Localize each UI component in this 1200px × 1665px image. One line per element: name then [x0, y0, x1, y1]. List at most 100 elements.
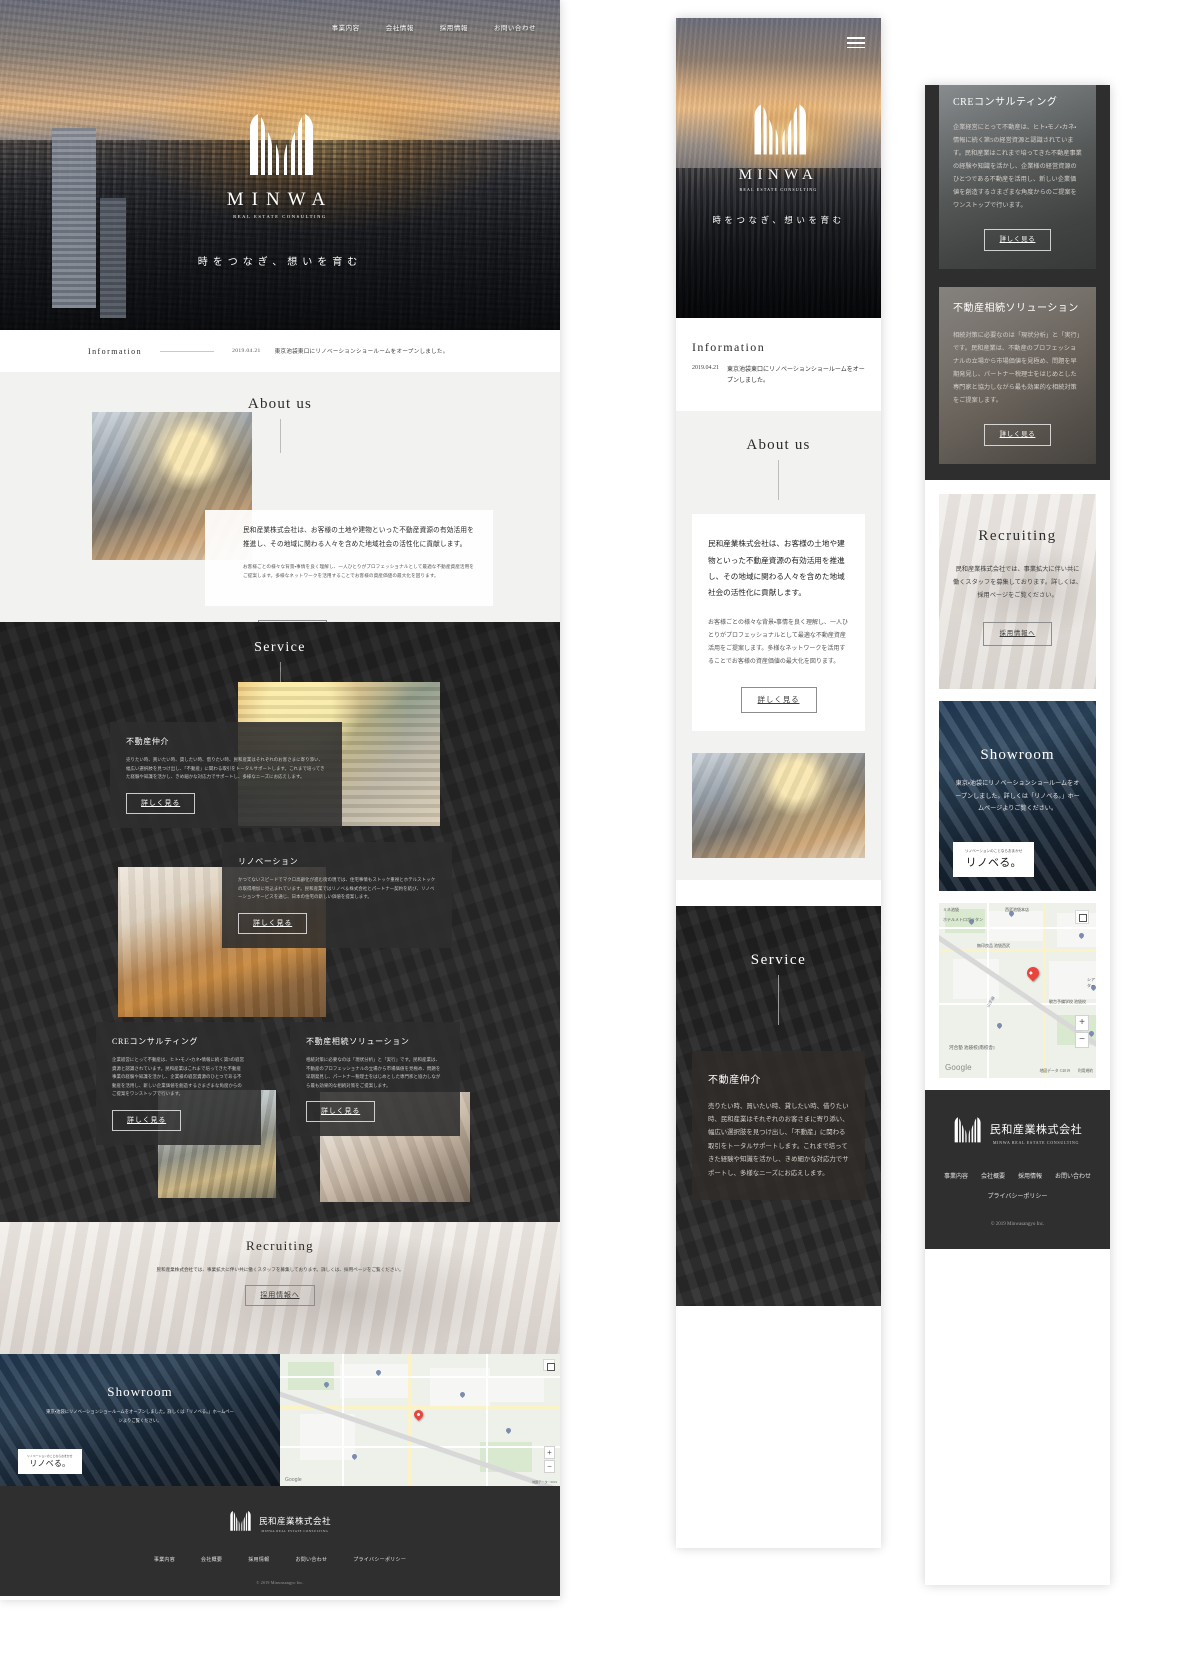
about-body-text: お客様ごとの様々な背景・事情を良く理解し、一人ひとりがプロフェッショナルとして最…	[243, 563, 474, 578]
mobile-service-card-body: 売りたい時、買いたい時、貸したい時、借りたい時、民和産業はそれぞれのお客さまに寄…	[708, 1102, 849, 1177]
footer-company-name: 民和産業株式会社	[258, 1515, 332, 1526]
mobile-about-lead: 民和産業株式会社は、お客様の土地や建物といった不動産資源の有効活用を推進し、その…	[708, 539, 845, 598]
right-service-button-inheritance[interactable]: 詳しく見る	[983, 423, 1052, 447]
mobile-about-section: About us 民和産業株式会社は、お客様の土地や建物といった不動産資源の有効…	[676, 411, 881, 880]
map-label: 西武池袋本店	[1005, 907, 1029, 913]
right-recruiting-button-row: 採用情報へ	[953, 622, 1082, 647]
mobile-about-body: お客様ごとの様々な背景・事情を良く理解し、一人ひとりがプロフェッショナルとして最…	[708, 620, 848, 666]
renovel-badge-big: リノベる。	[29, 1459, 71, 1468]
nav-item-contact[interactable]: お問い合わせ	[494, 22, 536, 32]
mobile-information-row[interactable]: 2019.04.21 東京池袋東口にリノベーションショールームをオープンしました…	[692, 365, 865, 387]
renovel-badge: リノベーションのことならおまかせ リノベる。	[18, 1449, 82, 1474]
map-terms-link[interactable]: 利用規約	[1078, 1069, 1093, 1074]
right-showroom-body: 東京・池袋にリノベーションショールームをオープンしました。詳しくは「リノベる。」…	[955, 781, 1080, 812]
map-canvas[interactable]: Google 地図データ ©2019 + −	[280, 1354, 560, 1486]
recruiting-content: Recruiting 民和産業株式会社では、事業拡大に伴い共に働くスタッフを募集…	[0, 1222, 560, 1307]
showroom-title: Showroom	[107, 1384, 173, 1399]
mobile-about-detail-button[interactable]: 詳しく見る	[740, 687, 817, 713]
mobile-service-card-brokerage: 不動産仲介 売りたい時、買いたい時、貸したい時、借りたい時、民和産業はそれぞれの…	[692, 1050, 865, 1201]
service-card-cre: CREコンサルティング 企業経営にとって不動産は、ヒト・モノ・カネ・情報に続く第…	[96, 1022, 261, 1145]
nav-item-business[interactable]: 事業内容	[332, 22, 360, 32]
right-footer-link-privacy[interactable]: プライバシーポリシー	[939, 1191, 1096, 1200]
mobile-brand-name: MINWA	[738, 167, 819, 183]
map-zoom-in-button[interactable]: +	[1075, 1015, 1089, 1032]
right-map-canvas[interactable]: ミネ池袋 西武池袋本店 ホテルメトロポリタン 無印良品 池袋西武 シアター 駿台…	[939, 903, 1096, 1079]
mobile-about-button-row: 詳しく見る	[708, 687, 849, 713]
information-bar: Information 2019.04.21 東京池袋東口にリノベーションショー…	[0, 330, 560, 372]
mobile-information-title: Information	[692, 340, 766, 354]
service-card-body-cre: 企業経営にとって不動産は、ヒト・モノ・カネ・情報に続く第5の経営資源と認識されて…	[112, 1057, 245, 1097]
service-button-renovation[interactable]: 詳しく見る	[238, 912, 308, 934]
nav-item-recruit[interactable]: 採用情報	[440, 22, 468, 32]
map-label: ミネ池袋	[943, 907, 959, 913]
hamburger-bar	[847, 42, 865, 44]
minwa-logo-icon	[246, 112, 314, 183]
right-recruiting-button[interactable]: 採用情報へ	[982, 622, 1053, 647]
right-footer-link-overview[interactable]: 会社概要	[981, 1171, 1005, 1180]
map-poi-icon[interactable]	[504, 1426, 513, 1435]
map-pin-icon[interactable]	[412, 1408, 425, 1421]
footer-company-en: MINWA REAL ESTATE CONSULTING	[261, 1528, 329, 1533]
footer-link-recruit[interactable]: 採用情報	[248, 1556, 269, 1563]
map-zoom-out-button[interactable]: −	[544, 1460, 555, 1473]
footer-link-overview[interactable]: 会社概要	[201, 1556, 222, 1563]
mobile-hero-section: MINWA REAL ESTATE CONSULTING 時をつなぎ、想いを育む	[676, 18, 881, 318]
hamburger-icon[interactable]	[847, 34, 865, 52]
recruiting-body: 民和産業株式会社では、事業拡大に伴い共に働くスタッフを募集しております。詳しくは…	[156, 1267, 404, 1272]
main-navigation[interactable]: 事業内容 会社情報 採用情報 お問い合わせ	[332, 22, 536, 32]
right-location-map[interactable]: ミネ池袋 西武池袋本店 ホテルメトロポリタン 無印良品 池袋西武 シアター 駿台…	[939, 903, 1096, 1079]
map-attribution: 地図データ ©2019	[1039, 1069, 1070, 1074]
mobile-about-card: 民和産業株式会社は、お客様の土地や建物といった不動産資源の有効活用を推進し、その…	[692, 514, 865, 731]
mobile-information-text[interactable]: 東京池袋東口にリノベーションショールームをオープンしました。	[727, 365, 865, 387]
about-title: About us	[247, 396, 313, 412]
right-recruiting-content: Recruiting 民和産業株式会社では、事業拡大に伴い共に働くスタッフを募集…	[939, 494, 1096, 647]
nav-item-company[interactable]: 会社情報	[386, 22, 414, 32]
location-map-desktop[interactable]: Google 地図データ ©2019 + −	[280, 1354, 560, 1486]
map-poi-icon[interactable]	[995, 1021, 1004, 1030]
right-service-dark-block: CREコンサルティング 企業経営にとって不動産は、ヒト・モノ・カネ・情報に続く第…	[925, 85, 1110, 481]
map-road	[342, 1354, 344, 1486]
recruiting-button[interactable]: 採用情報へ	[245, 1285, 315, 1307]
right-service-button-cre[interactable]: 詳しく見る	[983, 228, 1052, 252]
mobile-information-section: Information 2019.04.21 東京池袋東口にリノベーションショー…	[676, 318, 881, 412]
right-service-card-inheritance-body: 相続対策に必要なのは「現状分析」と「実行」です。民和産業は、不動産のプロフェッシ…	[953, 331, 1080, 404]
right-footer-link-recruit[interactable]: 採用情報	[1018, 1171, 1042, 1180]
map-block	[989, 911, 1045, 942]
fullscreen-icon[interactable]	[1075, 910, 1089, 925]
service-button-brokerage[interactable]: 詳しく見る	[126, 792, 196, 814]
right-footer-link-business[interactable]: 事業内容	[944, 1171, 968, 1180]
minwa-logo-icon	[751, 104, 807, 161]
footer-brand: 民和産業株式会社 MINWA REAL ESTATE CONSULTING	[0, 1510, 560, 1537]
footer-links[interactable]: 事業内容 会社概要 採用情報 お問い合わせ プライバシーポリシー	[0, 1556, 560, 1563]
mobile-about-title: About us	[746, 437, 811, 454]
brand-name: MINWA	[226, 189, 334, 210]
map-block	[460, 1376, 544, 1402]
right-recruiting-title: Recruiting	[978, 528, 1057, 545]
map-pin-icon[interactable]	[1024, 964, 1042, 982]
information-link[interactable]: 東京池袋東口にリノベーションショールームをオープンしました。	[275, 347, 449, 355]
footer-link-business[interactable]: 事業内容	[154, 1556, 175, 1563]
service-button-inheritance[interactable]: 詳しく見る	[306, 1101, 376, 1123]
about-section: About us 民和産業株式会社は、お客様の土地や建物といった不動産資源の有効…	[0, 372, 560, 622]
map-road-major	[408, 1354, 412, 1486]
right-footer-company-en: MINWA REAL ESTATE CONSULTING	[992, 1139, 1080, 1145]
fullscreen-icon[interactable]	[543, 1359, 555, 1371]
service-card-title-brokerage: 不動産仲介	[126, 737, 170, 746]
minwa-logo-icon	[953, 1116, 981, 1149]
map-zoom-in-button[interactable]: +	[544, 1446, 555, 1459]
map-label: 駿台予備学校 池袋校	[1049, 999, 1086, 1005]
right-service-card-cre-body: 企業経営にとって不動産は、ヒト・モノ・カネ・情報に続く第5の経営資源と認識されて…	[953, 123, 1082, 209]
map-zoom-out-button[interactable]: −	[1075, 1032, 1089, 1049]
mobile-brand-subtitle: REAL ESTATE CONSULTING	[739, 187, 818, 192]
right-service-card-cre-title: CREコンサルティング	[953, 97, 1058, 108]
right-recruiting-section: Recruiting 民和産業株式会社では、事業拡大に伴い共に働くスタッフを募集…	[939, 494, 1096, 690]
right-footer-links[interactable]: 事業内容 会社概要 採用情報 お問い合わせ プライバシーポリシー	[939, 1171, 1096, 1200]
service-card-brokerage: 不動産仲介 売りたい時、買いたい時、貸したい時、借りたい時、民和産業はそれぞれの…	[110, 722, 342, 828]
footer-link-contact[interactable]: お問い合わせ	[295, 1556, 327, 1563]
footer-link-privacy[interactable]: プライバシーポリシー	[353, 1556, 406, 1563]
mobile-service-rule	[778, 974, 779, 1025]
service-card-title-renovation: リノベーション	[238, 857, 299, 866]
right-footer-link-contact[interactable]: お問い合わせ	[1055, 1171, 1091, 1180]
service-button-cre[interactable]: 詳しく見る	[112, 1109, 182, 1131]
right-footer: 民和産業株式会社 MINWA REAL ESTATE CONSULTING 事業…	[925, 1090, 1110, 1250]
